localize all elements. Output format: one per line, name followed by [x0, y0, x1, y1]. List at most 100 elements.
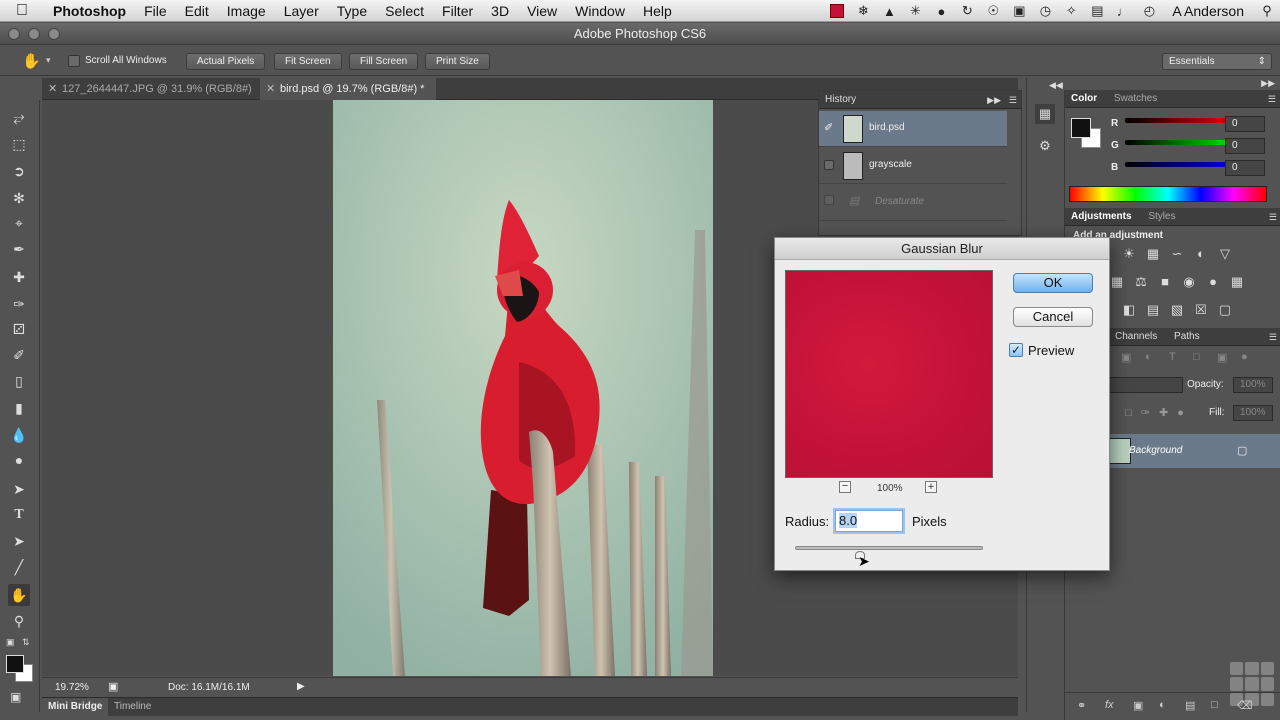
- eyedropper-tool-icon[interactable]: ✒: [8, 238, 30, 260]
- quick-mask-icon[interactable]: ▣: [10, 690, 21, 704]
- print-size-button[interactable]: Print Size: [425, 53, 490, 70]
- blur-tool-icon[interactable]: 💧: [8, 424, 30, 446]
- history-row-snapshot[interactable]: ✐ bird.psd: [819, 111, 1007, 147]
- invert-icon[interactable]: ◧: [1121, 302, 1137, 318]
- marquee-tool-icon[interactable]: ⬚: [8, 133, 30, 155]
- lock-transparency-icon[interactable]: □: [1125, 407, 1132, 419]
- gradient-map-icon[interactable]: ▢: [1217, 302, 1233, 318]
- channel-mixer-icon[interactable]: ●: [1205, 274, 1221, 290]
- accessibility-icon[interactable]: ☉: [982, 2, 1004, 20]
- menu-help[interactable]: Help: [634, 3, 681, 19]
- scroll-all-windows-checkbox[interactable]: [68, 55, 80, 67]
- panel-menu-icon[interactable]: ☰: [1269, 208, 1277, 226]
- color-spectrum-bar[interactable]: [1069, 186, 1267, 202]
- paw-icon[interactable]: ●: [930, 2, 952, 20]
- healing-brush-tool-icon[interactable]: ✚: [8, 266, 30, 288]
- menu-filter[interactable]: Filter: [433, 3, 482, 19]
- levels-icon[interactable]: ▦: [1145, 246, 1161, 262]
- layer-name[interactable]: Background: [1129, 445, 1182, 456]
- actual-pixels-button[interactable]: Actual Pixels: [186, 53, 266, 70]
- expand-panels-icon[interactable]: ▶▶: [1261, 78, 1275, 89]
- move-tool-icon[interactable]: ⥂: [8, 106, 30, 128]
- posterize-icon[interactable]: ▤: [1145, 302, 1161, 318]
- history-row-step[interactable]: ▤ Desaturate: [819, 185, 1007, 221]
- tab-styles[interactable]: Styles: [1148, 211, 1175, 222]
- notification-icon[interactable]: ▲: [878, 2, 900, 20]
- ok-button[interactable]: OK: [1013, 273, 1093, 293]
- display-icon[interactable]: ▣: [1008, 2, 1030, 20]
- lock-pixels-icon[interactable]: ✑: [1141, 407, 1150, 419]
- tab-document-bird[interactable]: ✕ bird.psd @ 19.7% (RGB/8#) *: [260, 78, 436, 100]
- menu-view[interactable]: View: [518, 3, 566, 19]
- vibrance-icon[interactable]: ▽: [1217, 246, 1233, 262]
- tab-document-jpg[interactable]: ✕ 127_2644447.JPG @ 31.9% (RGB/8#): [42, 78, 256, 100]
- brightness-contrast-icon[interactable]: ☀: [1121, 246, 1137, 262]
- properties-panel-icon[interactable]: ⚙: [1035, 136, 1055, 156]
- status-info-icon[interactable]: ▣: [108, 680, 118, 693]
- tab-adjustments[interactable]: Adjustments: [1071, 211, 1132, 222]
- zoom-window-icon[interactable]: [48, 28, 60, 40]
- curves-icon[interactable]: ∽: [1169, 246, 1185, 262]
- brightness-icon[interactable]: ✳: [904, 2, 926, 20]
- bluetooth-icon[interactable]: ✧: [1060, 2, 1082, 20]
- close-window-icon[interactable]: [8, 28, 20, 40]
- hue-saturation-icon[interactable]: ▦: [1109, 274, 1125, 290]
- filter-toggle-icon[interactable]: ●: [1241, 351, 1248, 363]
- history-brush-tool-icon[interactable]: ✐: [8, 344, 30, 366]
- link-layers-icon[interactable]: ⚭: [1077, 699, 1086, 712]
- tab-paths[interactable]: Paths: [1174, 331, 1200, 342]
- photo-filter-icon[interactable]: ◉: [1181, 274, 1197, 290]
- menu-image[interactable]: Image: [218, 3, 275, 19]
- menu-select[interactable]: Select: [376, 3, 433, 19]
- line-tool-icon[interactable]: ╱: [8, 556, 30, 578]
- menu-edit[interactable]: Edit: [176, 3, 218, 19]
- time-machine-icon[interactable]: ◷: [1034, 2, 1056, 20]
- color-balance-icon[interactable]: ⚖: [1133, 274, 1149, 290]
- opacity-value[interactable]: 100%: [1233, 377, 1273, 393]
- history-row-snapshot[interactable]: grayscale: [819, 148, 1007, 184]
- fit-screen-button[interactable]: Fit Screen: [274, 53, 342, 70]
- pen-tool-icon[interactable]: ➤: [8, 478, 30, 500]
- lock-all-icon[interactable]: ●: [1177, 407, 1184, 419]
- zoom-tool-icon[interactable]: ⚲: [8, 610, 30, 632]
- filter-type-icon[interactable]: T: [1169, 351, 1176, 363]
- workspace-switcher[interactable]: Essentials ⇕: [1162, 53, 1272, 70]
- menu-3d[interactable]: 3D: [482, 3, 518, 19]
- dropbox-icon[interactable]: ❄: [852, 2, 874, 20]
- channel-r-value[interactable]: 0: [1225, 116, 1265, 132]
- search-icon[interactable]: ⚲: [1256, 2, 1278, 20]
- radius-slider-track[interactable]: [795, 546, 983, 550]
- history-brush-source-checkbox[interactable]: [824, 160, 834, 170]
- gradient-tool-icon[interactable]: ▮: [8, 397, 30, 419]
- history-brush-source-checkbox[interactable]: [824, 195, 834, 205]
- blur-preview[interactable]: [785, 270, 993, 478]
- close-tab-icon[interactable]: ✕: [48, 78, 57, 100]
- zoom-in-icon[interactable]: +: [925, 481, 937, 493]
- menu-app[interactable]: Photoshop: [44, 3, 135, 19]
- eraser-tool-icon[interactable]: ▯: [8, 370, 30, 392]
- history-brush-source-icon[interactable]: ✐: [824, 121, 833, 134]
- filter-smart-object-icon[interactable]: ▣: [1217, 351, 1227, 364]
- collapse-panel-icon[interactable]: ▶▶: [987, 91, 1001, 109]
- preview-checkbox[interactable]: ✓: [1009, 343, 1023, 357]
- radius-input[interactable]: 8.0: [835, 510, 903, 532]
- clone-stamp-tool-icon[interactable]: ⚂: [8, 318, 30, 340]
- exposure-icon[interactable]: ◐: [1193, 246, 1209, 262]
- adjustment-layer-icon[interactable]: ◐: [1159, 699, 1166, 711]
- threshold-icon[interactable]: ▧: [1169, 302, 1185, 318]
- type-tool-icon[interactable]: T: [8, 504, 30, 526]
- layer-mask-icon[interactable]: ▣: [1133, 699, 1143, 712]
- fill-value[interactable]: 100%: [1233, 405, 1273, 421]
- history-panel-title[interactable]: History: [825, 94, 856, 105]
- mini-bridge-tab[interactable]: Mini Bridge: [42, 698, 109, 716]
- swap-colors-icon[interactable]: ⇅: [22, 637, 30, 648]
- tool-preset-chevron-icon[interactable]: ▾: [46, 55, 51, 66]
- foreground-color-swatch[interactable]: [1071, 118, 1091, 138]
- color-lookup-icon[interactable]: ▦: [1229, 274, 1245, 290]
- menu-file[interactable]: File: [135, 3, 176, 19]
- close-tab-icon[interactable]: ✕: [266, 78, 275, 100]
- tab-color[interactable]: Color: [1071, 93, 1097, 104]
- panel-menu-icon[interactable]: ☰: [1269, 328, 1277, 346]
- cardinal-photo[interactable]: [333, 100, 713, 676]
- panel-menu-icon[interactable]: ☰: [1268, 90, 1276, 108]
